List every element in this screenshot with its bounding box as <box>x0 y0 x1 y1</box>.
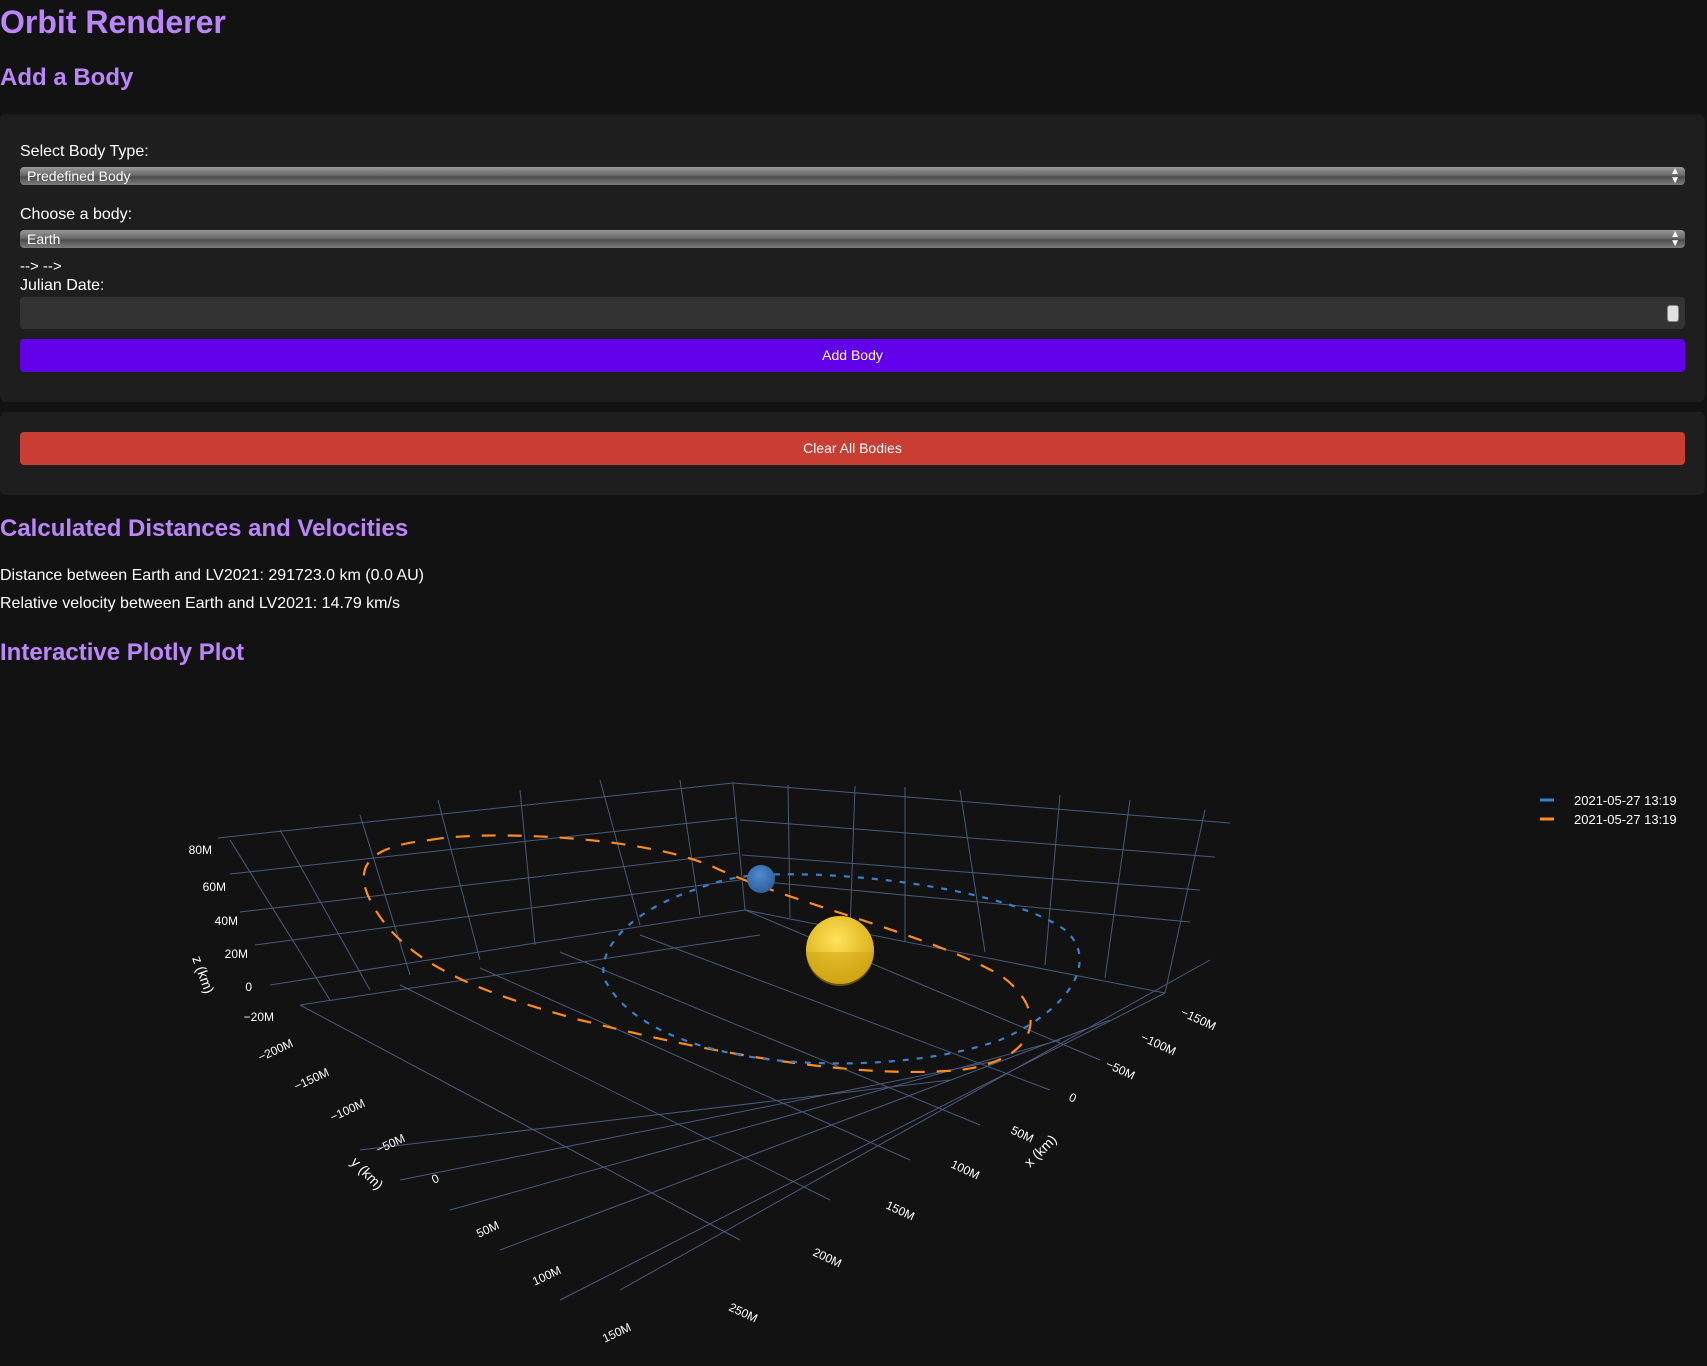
x-axis-ticks: −150M −100M −50M 0 50M 100M 150M 200M 25… <box>727 1005 1218 1325</box>
y-tick: −50M <box>374 1131 407 1157</box>
y-tick: −100M <box>328 1096 367 1124</box>
grid-lines <box>217 779 1231 1301</box>
legend[interactable]: 2021-05-27 13:19 2021-05-27 13:19 <box>1540 793 1677 827</box>
x-tick: 0 <box>1067 1090 1079 1106</box>
app-title: Orbit Renderer <box>0 4 226 40</box>
z-axis-title: z (km) <box>189 954 217 996</box>
x-tick: −50M <box>1104 1057 1137 1083</box>
body-type-label: Select Body Type: <box>20 143 149 160</box>
x-tick: 100M <box>949 1157 982 1182</box>
x-tick: 50M <box>1009 1123 1036 1146</box>
z-tick: 20M <box>225 947 248 961</box>
add-body-button[interactable]: Add Body <box>20 339 1685 372</box>
y-tick: 150M <box>600 1320 633 1345</box>
body-type-value: Predefined Body <box>27 168 131 184</box>
add-body-heading: Add a Body <box>0 64 134 91</box>
z-tick: 40M <box>215 914 238 928</box>
clear-all-button[interactable]: Clear All Bodies <box>20 432 1685 465</box>
x-tick: 200M <box>811 1245 844 1270</box>
y-tick: 50M <box>474 1218 501 1241</box>
body-select[interactable]: Earth ▲ ▼ <box>20 229 1685 249</box>
velocity-result: Relative velocity between Earth and LV20… <box>0 595 400 612</box>
legend-label: 2021-05-27 13:19 <box>1574 793 1677 808</box>
z-tick: 80M <box>189 843 212 857</box>
legend-item-lv2021[interactable]: 2021-05-27 13:19 <box>1540 812 1677 827</box>
julian-date-label: Julian Date: <box>20 277 105 294</box>
orbit-3d-plot[interactable]: 80M 60M 40M 20M 0 −20M z (km) −200M −150… <box>0 690 1707 1366</box>
y-tick: 0 <box>429 1171 441 1187</box>
select-arrows-icon: ▲ ▼ <box>1670 166 1680 186</box>
z-tick: −20M <box>244 1010 274 1024</box>
x-tick: −150M <box>1179 1005 1218 1033</box>
z-tick: 60M <box>203 880 226 894</box>
body-type-select[interactable]: Predefined Body ▲ ▼ <box>20 166 1685 186</box>
body-label: Choose a body: <box>20 206 133 223</box>
x-tick: −100M <box>1139 1030 1178 1058</box>
clear-card: Clear All Bodies <box>0 412 1705 495</box>
add-body-card: Select Body Type: Predefined Body ▲ ▼ Cho… <box>0 114 1705 402</box>
y-tick: −150M <box>292 1065 331 1093</box>
legend-item-earth[interactable]: 2021-05-27 13:19 <box>1540 793 1677 808</box>
spinner-icon[interactable] <box>1667 305 1679 322</box>
x-tick: 250M <box>727 1300 760 1325</box>
select-arrows-icon: ▲ ▼ <box>1670 229 1680 249</box>
legend-label: 2021-05-27 13:19 <box>1574 812 1677 827</box>
z-tick: 0 <box>245 980 252 994</box>
body-value: Earth <box>27 231 61 247</box>
sun-shadow <box>806 952 874 986</box>
earth-sphere <box>747 865 775 893</box>
y-tick: 100M <box>530 1263 563 1288</box>
lv2021-orbit-line <box>362 834 1032 1074</box>
distance-result: Distance between Earth and LV2021: 29172… <box>0 567 424 584</box>
x-tick: 150M <box>884 1198 917 1223</box>
y-axis-title: y (km) <box>348 1154 387 1193</box>
results-heading: Calculated Distances and Velocities <box>0 515 409 542</box>
stray-text: --> --> <box>20 258 62 275</box>
y-tick: −200M <box>256 1036 295 1064</box>
plot-heading: Interactive Plotly Plot <box>0 639 245 666</box>
julian-date-input[interactable] <box>20 297 1685 329</box>
